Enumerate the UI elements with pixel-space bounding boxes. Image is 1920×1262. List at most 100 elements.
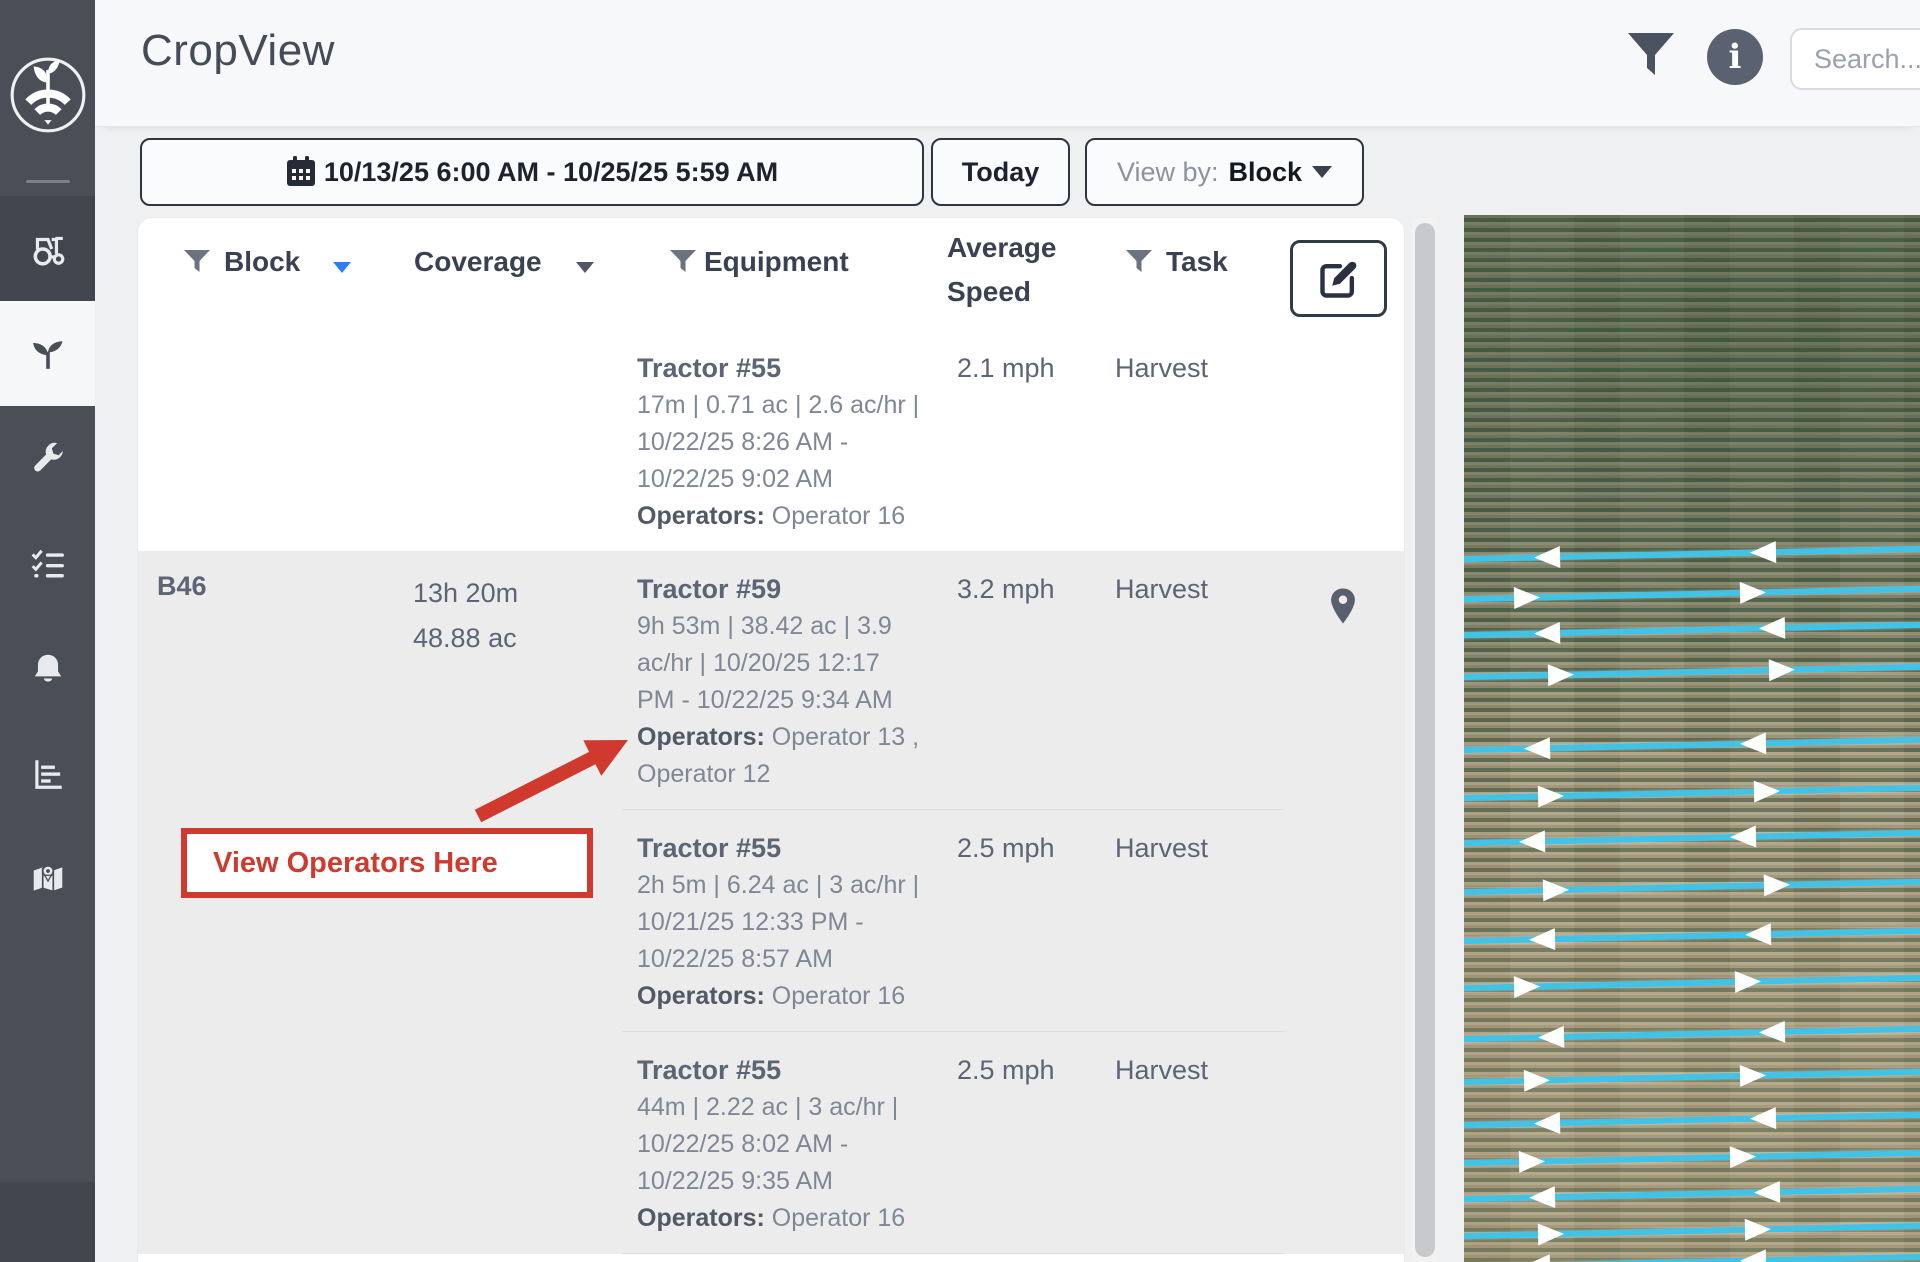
equipment-entry-row[interactable]: Tractor #55 17m | 0.71 ac | 2.6 ac/hr | … [622,340,1284,551]
sidebar [0,0,95,1262]
today-button[interactable]: Today [931,138,1070,206]
view-by-dropdown[interactable]: View by: Block [1085,138,1364,206]
track-direction-arrow-icon [1538,1223,1564,1246]
block-group-row: B46 13h 20m 48.88 ac Tractor #59 9h 53m … [138,551,1404,1254]
coverage-area: 48.88 ac [413,616,622,661]
sidebar-item-equipment[interactable] [0,196,95,301]
sidebar-item-reports[interactable] [0,721,95,826]
entry-operators: Operators: Operator 16 [637,498,922,535]
track-direction-arrow-icon [1764,874,1790,897]
field-map[interactable] [1464,215,1920,1262]
track-direction-arrow-icon [1533,622,1559,645]
equipment-entry-row[interactable]: Tractor #55 2h 5m | 6.24 ac | 3 ac/hr | … [622,810,1284,1032]
sidebar-item-tasks[interactable] [0,511,95,616]
track-direction-arrow-icon [1745,923,1771,946]
track-direction-arrow-icon [1538,785,1564,808]
gps-track-line [1464,1186,1920,1203]
sidebar-item-maintenance[interactable] [0,406,95,511]
gps-track-line [1464,586,1920,603]
view-by-label: View by: [1117,157,1219,188]
page-title: CropView [141,26,335,76]
column-header-block: Block [224,246,300,278]
column-header-task: Task [1166,246,1228,278]
block-filter-icon[interactable] [184,250,210,274]
equipment-name: Tractor #55 [637,350,922,387]
equipment-name: Tractor #55 [637,830,922,867]
map-pin-icon[interactable] [1328,587,1358,627]
entry-details: 9h 53m | 38.42 ac | 3.9 ac/hr | 10/20/25… [637,612,893,714]
gps-track-line [1464,737,1920,754]
gps-track-line [1464,622,1920,639]
operators-label: Operators: [637,502,765,530]
sidebar-bottom-section [0,1182,95,1262]
track-direction-arrow-icon [1533,546,1559,569]
equipment-name: Tractor #55 [637,1052,922,1089]
track-direction-arrow-icon [1533,1112,1559,1135]
coverage-cell [376,340,622,551]
gps-track-line [1464,830,1920,847]
column-header-equipment: Equipment [704,246,849,278]
track-direction-arrow-icon [1740,1064,1766,1087]
calendar-icon [286,156,316,188]
search-input[interactable] [1790,28,1920,90]
entry-speed: 2.1 mph [942,350,1100,535]
gps-track-line [1464,1026,1920,1043]
vertical-scrollbar [1412,218,1438,1262]
table-header: Block Coverage Equipment Average Speed T… [138,218,1404,340]
view-by-value: Block [1229,157,1303,188]
edit-table-button[interactable] [1290,240,1387,317]
operators-value: Operator 16 [772,502,905,530]
entry-operators: Operators: Operator 16 [637,1200,922,1237]
task-filter-icon[interactable] [1126,250,1152,274]
track-direction-arrow-icon [1548,664,1574,687]
sidebar-nav [0,196,95,931]
scrollbar-thumb[interactable] [1415,223,1435,1257]
date-range-button[interactable]: 10/13/25 6:00 AM - 10/25/25 5:59 AM [140,138,924,206]
filter-icon[interactable] [1628,33,1674,77]
track-direction-arrow-icon [1524,1069,1550,1092]
topbar: CropView i [95,0,1920,126]
sidebar-item-alerts[interactable] [0,616,95,721]
sidebar-item-map[interactable] [0,826,95,931]
entry-details: 44m | 2.22 ac | 3 ac/hr | 10/22/25 8:02 … [637,1093,898,1195]
track-direction-arrow-icon [1769,659,1795,682]
chart-icon [30,756,66,792]
chevron-down-icon [1312,166,1332,178]
coverage-sort-caret[interactable] [576,262,594,273]
entry-details: 17m | 0.71 ac | 2.6 ac/hr | 10/22/25 8:2… [637,391,919,493]
coverage-time: 13h 20m [413,571,622,616]
track-direction-arrow-icon [1754,1181,1780,1204]
equipment-entry-row[interactable]: Tractor #55 44m | 2.22 ac | 3 ac/hr | 10… [622,1032,1284,1254]
equipment-entry-row[interactable]: Tractor #59 9h 53m | 38.42 ac | 3.9 ac/h… [622,551,1284,810]
block-sort-caret[interactable] [333,262,351,273]
gps-track-line [1464,1112,1920,1129]
sidebar-item-crops[interactable] [0,301,95,406]
entry-speed: 2.5 mph [942,1052,1100,1237]
equipment-filter-icon[interactable] [670,250,696,274]
track-direction-arrow-icon [1519,1150,1545,1173]
column-header-average: Average [947,232,1056,264]
entry-task: Harvest [1100,1052,1284,1237]
info-icon[interactable]: i [1707,29,1763,85]
operators-value: Operator 16 [772,982,905,1010]
track-direction-arrow-icon [1759,617,1785,640]
wrench-icon [30,441,66,477]
track-direction-arrow-icon [1759,1021,1785,1044]
column-header-speed: Speed [947,276,1031,308]
track-direction-arrow-icon [1514,975,1540,998]
gps-track-line [1464,1254,1920,1262]
app-logo-icon [5,52,91,138]
track-direction-arrow-icon [1740,581,1766,604]
entry-operators: Operators: Operator 16 [637,978,922,1015]
checklist-icon [30,546,66,582]
equipment-entries: Tractor #55 17m | 0.71 ac | 2.6 ac/hr | … [622,340,1284,551]
gps-track-line [1464,664,1920,681]
block-group-row: Tractor #55 17m | 0.71 ac | 2.6 ac/hr | … [138,340,1404,551]
track-direction-arrow-icon [1740,1249,1766,1262]
operators-label: Operators: [637,723,765,751]
entry-task: Harvest [1100,350,1284,535]
track-direction-arrow-icon [1735,970,1761,993]
coverage-cell: 13h 20m 48.88 ac [376,551,622,1254]
block-cell [157,340,376,551]
track-direction-arrow-icon [1745,1218,1771,1241]
